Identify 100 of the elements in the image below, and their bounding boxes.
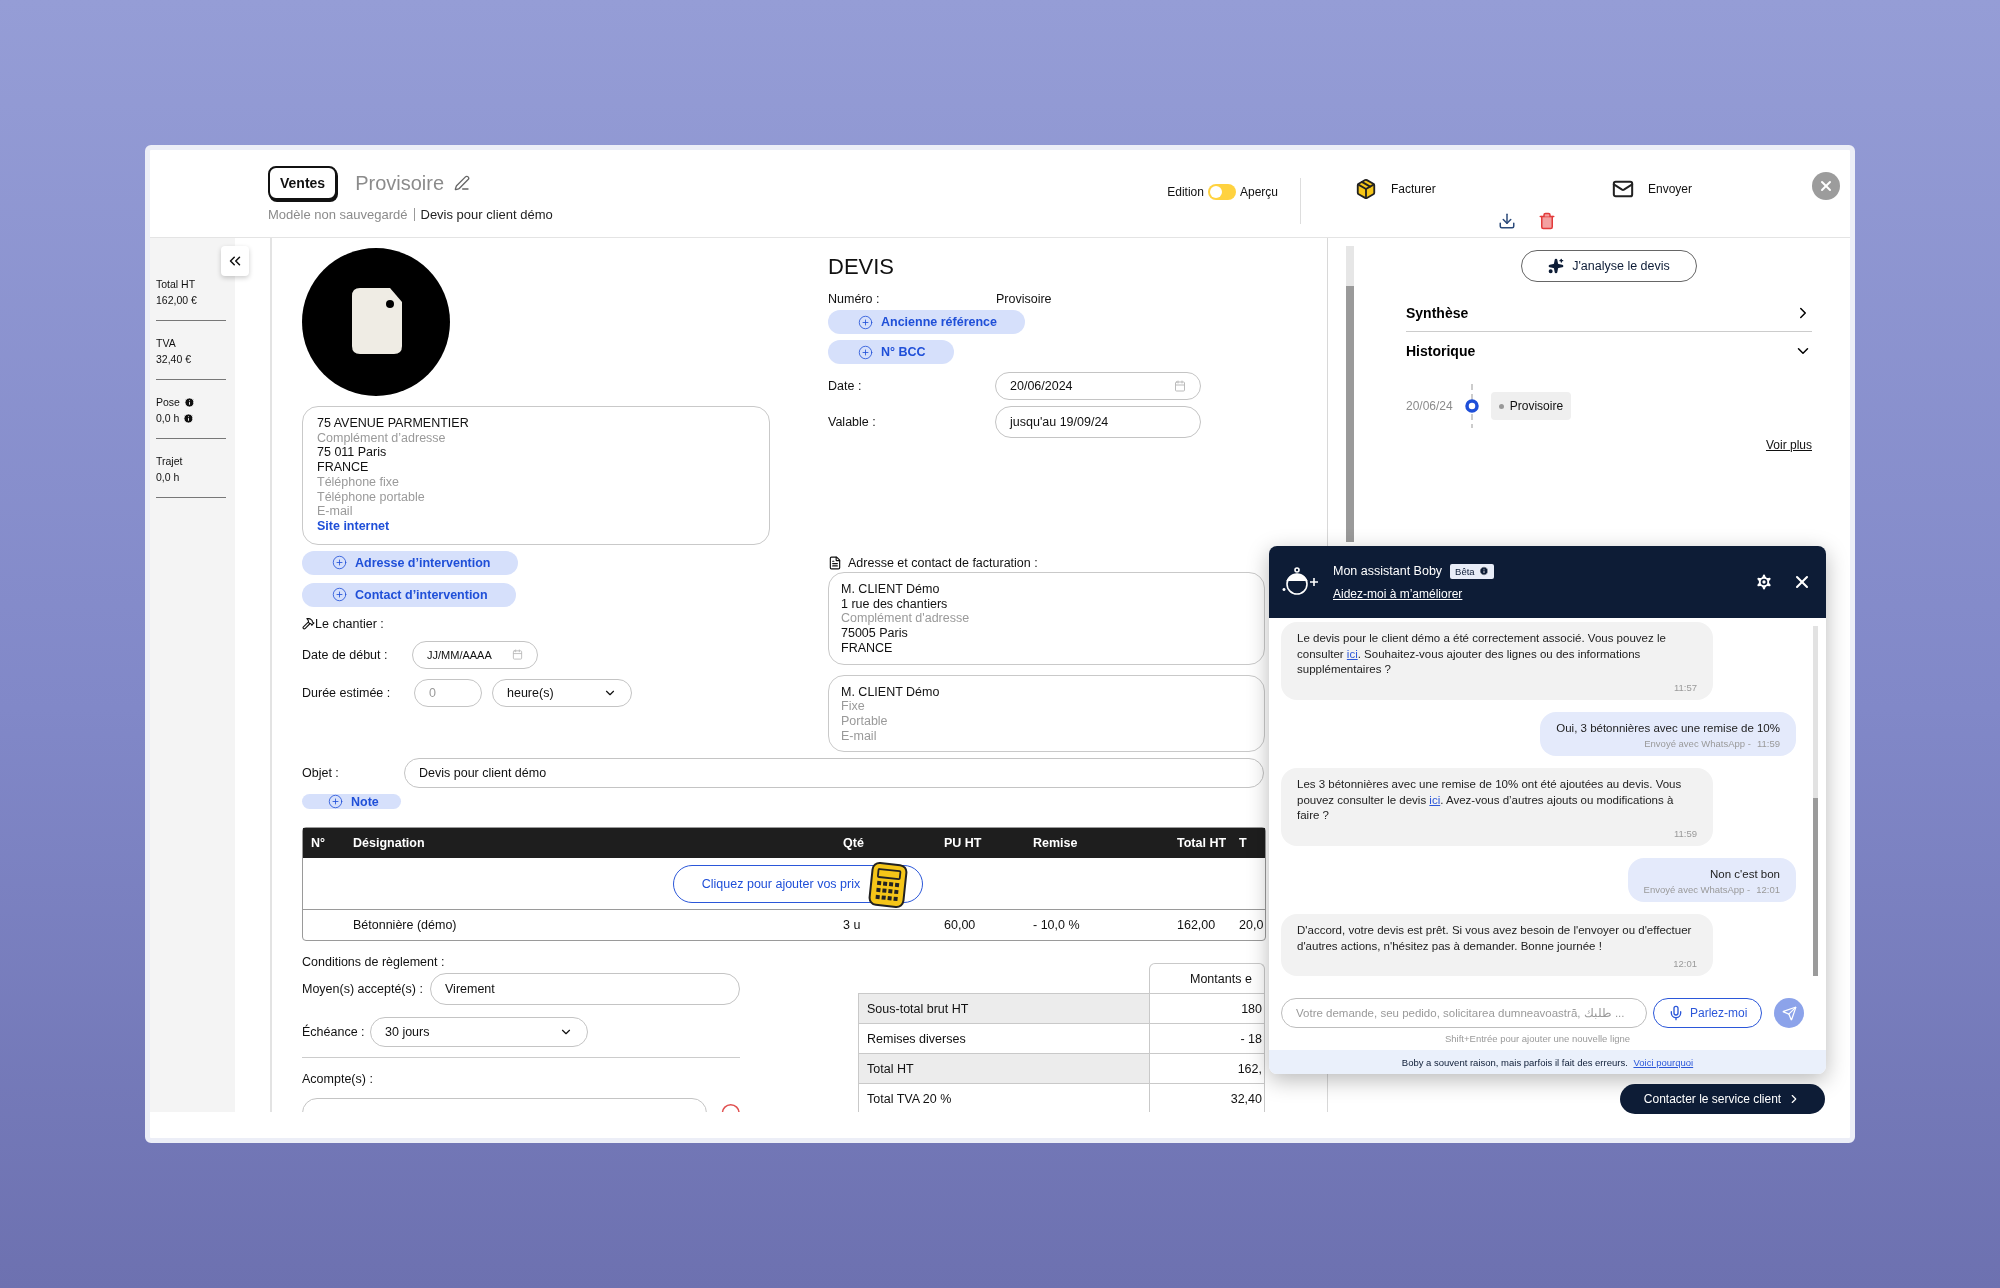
summary-label: Total HT [156, 278, 197, 290]
address-line: 75 011 Paris [317, 445, 387, 461]
input-hint: Shift+Entrée pour ajouter une nouvelle ligne [1445, 1033, 1631, 1044]
address-line: E-mail [317, 504, 353, 519]
add-field-button[interactable]: Adresse d’intervention [302, 550, 519, 575]
message-text: Non c'est bon [1710, 866, 1780, 882]
template-note: Modèle non sauvegardé [268, 208, 415, 221]
toggle-label: Aperçu [1239, 185, 1278, 199]
analyse-button[interactable]: J'analyse le devis [1521, 250, 1697, 282]
message-time: 11:59 [1756, 738, 1780, 749]
field-label: Valable : [828, 415, 877, 429]
address-line: Complément d’adresse [317, 430, 446, 446]
column-header: Désignation [353, 836, 426, 851]
totals-label: Sous-total brut HT [859, 994, 1150, 1024]
summary-label: TVA [156, 337, 177, 349]
table-cell-text: Bétonnière (démo) [353, 918, 458, 933]
feedback-link[interactable]: Aidez-moi à m’améliorer [1333, 586, 1463, 601]
status-chip: Provisoire [1490, 392, 1572, 420]
support-button[interactable]: Contacter le service client [1620, 1084, 1825, 1114]
address-line: Téléphone portable [317, 489, 425, 505]
section-header[interactable]: Historique [1406, 332, 1812, 370]
column-header: N° [310, 836, 327, 851]
field-label: Moyen(s) accepté(s) : [302, 982, 424, 997]
table-cell-text: 162,00 [1177, 918, 1217, 933]
message-link[interactable]: ici [1346, 647, 1358, 660]
message-time: 11:59 [1673, 827, 1697, 839]
totals-value: 180 [1240, 1000, 1263, 1018]
column-header: Remise [1033, 836, 1079, 851]
field-label: Échéance : [302, 1025, 366, 1040]
address-line: 1 rue des chantiers [841, 596, 948, 612]
assistant-title: Mon assistant Boby [1333, 564, 1443, 578]
totals-value: 32,40 [1229, 1090, 1263, 1108]
table-cell-text: - 10,0 % [1033, 918, 1081, 933]
message-channel: Envoyé avec WhatsApp - [1643, 884, 1751, 895]
message-input[interactable]: Votre demande, seu pedido, solicitarea dumneavoastră, طلبك ... [1281, 998, 1647, 1028]
table-cell: 20,0 [1239, 918, 1265, 933]
toggle-label: Edition [1167, 185, 1204, 199]
column-header: Qté [843, 836, 865, 851]
table-cell-text: 60,00 [944, 918, 977, 933]
column-header: PU HT [944, 836, 983, 851]
summary-value: 0,0 h [156, 412, 226, 424]
summary-value: 32,40 € [156, 353, 193, 365]
message-time: 12:01 [1756, 884, 1780, 895]
address-line: FRANCE [841, 640, 893, 656]
message-time: 11:57 [1673, 681, 1697, 693]
column-header: T [1239, 836, 1248, 851]
disclaimer-text: Boby a souvent raison, mais parfois il fait des erreurs. Voici pourquoi [1269, 1050, 1826, 1074]
more-link[interactable]: Voir plus [1765, 438, 1812, 452]
field-label: Date : [828, 379, 863, 393]
disclaimer-link[interactable]: Voici pourquoi [1633, 1056, 1694, 1068]
beta-badge: Bêta [1450, 563, 1494, 579]
section-label: Conditions de règlement : [302, 955, 446, 970]
section-label: Adresse et contact de facturation : [848, 556, 1038, 570]
document-status: Provisoire [355, 171, 445, 195]
summary-value: 0,0 h [156, 471, 181, 483]
document-number: Provisoire [996, 292, 1052, 306]
address-line: Téléphone fixe [317, 474, 399, 490]
action-button[interactable]: Facturer [1355, 174, 1612, 204]
contact-line: Fixe [841, 699, 865, 714]
module-badge: Ventes [268, 166, 338, 200]
message-text: Oui, 3 bétonnières avec une remise de 10% [1556, 720, 1780, 736]
summary-value: 162,00 € [156, 294, 198, 306]
totals-value: - 18 [1239, 1030, 1263, 1048]
totals-label: Total HT [859, 1054, 1150, 1084]
add-field-button[interactable]: Note [302, 794, 401, 810]
address-line: FRANCE [317, 460, 369, 475]
add-field-button[interactable]: N° BCC [828, 340, 954, 364]
section-label: Le chantier : [315, 616, 384, 631]
address-line: M. CLIENT Démo [841, 582, 940, 597]
message-text: D'accord, votre devis est prêt. Si vous avez besoin de l'envoyer ou d'effectuer d'autres actions, n'hésitez pas à demander. Bonne journée ! [1297, 923, 1693, 954]
field-label: Objet : [302, 766, 340, 781]
document-title: DEVIS [828, 254, 896, 280]
website-link[interactable]: Site internet [317, 518, 390, 534]
summary-label: Trajet [156, 455, 184, 467]
address-line: Complément d'adresse [841, 611, 970, 627]
section-label: Acompte(s) : [302, 1072, 374, 1087]
address-line: 75005 Paris [841, 626, 908, 641]
action-button[interactable]: Envoyer [1612, 174, 1812, 204]
history-date: 20/06/24 [1406, 399, 1453, 413]
totals-value: 162, [1236, 1060, 1263, 1078]
summary-label: Pose [156, 396, 226, 408]
field-label: Numéro : [828, 292, 881, 306]
add-field-button[interactable]: Contact d’intervention [302, 582, 516, 607]
message-channel: Envoyé avec WhatsApp - [1644, 738, 1751, 749]
table-cell-text: 3 u [843, 918, 862, 933]
address-line: 75 AVENUE PARMENTIER [317, 416, 469, 431]
field-label: Durée estimée : [302, 685, 392, 700]
contact-line: Portable [841, 713, 888, 729]
contact-line: E-mail [841, 728, 877, 744]
message-time: 12:01 [1673, 958, 1697, 969]
add-field-button[interactable]: Ancienne référence [828, 310, 1026, 334]
section-header[interactable]: Synthèse [1406, 294, 1812, 332]
field-label: Date de début : [302, 647, 389, 662]
contact-line: M. CLIENT Démo [841, 684, 940, 700]
totals-header: Montants e [1149, 963, 1265, 994]
message-text: Le devis pour le client démo a été correctement associé. Vous pouvez le consulter ici. Souhaitez-vous ajouter des lignes ou des informations supplémentaires ? [1297, 631, 1667, 677]
column-header: Total HT [1177, 836, 1228, 851]
message-text: Les 3 bétonnières avec une remise de 10% ont été ajoutées au devis. Vous pouvez consulter le devis ici. Avez-vous d’autres ajouts ou modifications à faire ? [1297, 777, 1683, 823]
voice-button[interactable]: Parlez-moi [1653, 998, 1763, 1028]
document-name: Devis pour client démo [419, 207, 553, 222]
